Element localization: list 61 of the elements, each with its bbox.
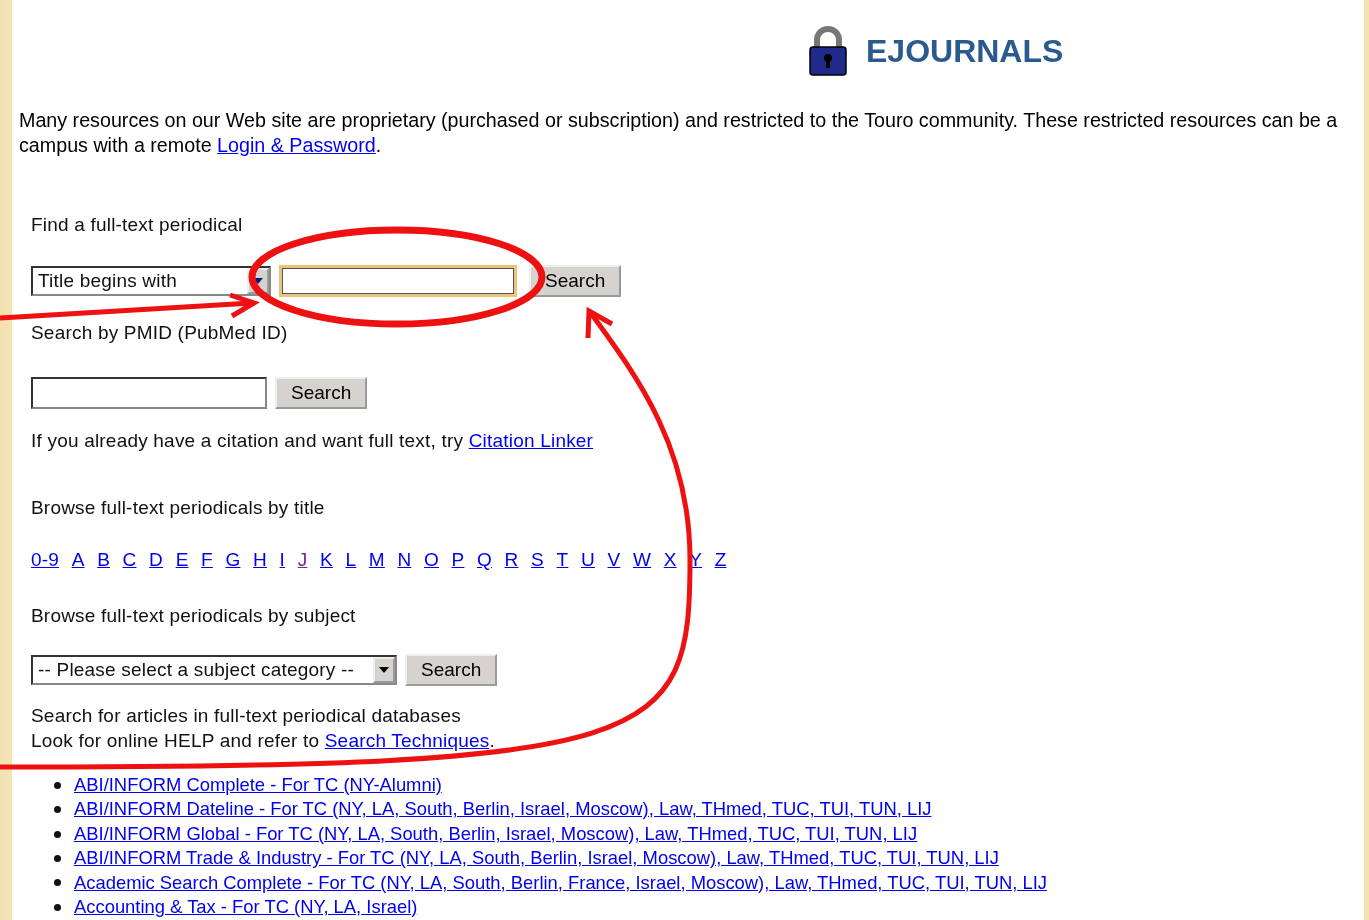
search-mode-select[interactable]: Title begins with [31,266,271,296]
bullet-icon [54,879,61,887]
caret-icon [253,278,263,284]
letter-link[interactable]: U [580,548,595,572]
pmid-search-field[interactable] [31,377,267,409]
letter-link[interactable]: E [175,548,189,572]
letter-link[interactable]: W [632,548,652,572]
section-label: Find a full-text periodical [31,213,244,237]
bullet-icon [54,854,61,862]
bullet-icon [54,830,61,838]
caret-icon [379,667,389,673]
letter-link[interactable]: Z [714,548,727,572]
database-link[interactable]: ABI/INFORM Complete - For TC (NY-Alumni) [74,773,442,798]
citation-linker-link[interactable]: Citation Linker [468,430,594,451]
letter-link[interactable]: I [279,548,286,572]
letter-link[interactable]: L [345,548,357,572]
letter-link[interactable]: M [368,548,385,572]
database-link[interactable]: Accounting & Tax - For TC (NY, LA, Israel) [74,895,418,920]
citation-text: If you already have a citation and want full text, try Citation Linker [31,429,595,453]
subject-select[interactable]: -- Please select a subject category -- [31,655,397,685]
letter-link[interactable]: Q [477,548,492,572]
search-button[interactable]: Search [405,654,498,686]
databases-text: Search for articles in full-text periodical databases [31,704,462,728]
database-link[interactable]: Academic Search Complete - For TC (NY, LA, South, Berlin, France, Israel, Moscow), Law, THmed, TUC, TUI, TUN, LIJ [74,870,1047,896]
letter-link[interactable]: O [423,548,439,572]
database-link[interactable]: ABI/INFORM Trade & Industry - For TC (NY, LA, South, Berlin, Israel, Moscow), Law, THmed, TUC, TUI, TUN, LIJ [74,846,999,871]
letter-link[interactable]: X [663,548,677,572]
letter-link[interactable]: C [122,548,137,572]
section-label: Search by PMID (PubMed ID) [31,321,289,345]
section-label: Browse full-text periodicals by subject [31,604,357,628]
letter-link[interactable]: 0-9 [31,548,60,572]
letter-link[interactable]: D [149,548,164,572]
bullet-icon [54,806,61,814]
letter-link[interactable]: J [297,548,308,572]
bullet-icon [54,903,61,911]
bullet-icon [54,781,61,789]
letter-link[interactable]: N [397,548,412,572]
padlock-icon [808,26,848,76]
database-link[interactable]: ABI/INFORM Dateline - For TC (NY, LA, South, Berlin, Israel, Moscow), Law, THmed, TUC, TUI, TUN, LIJ [74,797,932,822]
section-label: Browse full-text periodicals by title [31,496,326,520]
letter-link[interactable]: P [451,548,465,572]
search-techniques-link[interactable]: Search Techniques [324,730,490,751]
letter-link[interactable]: F [201,548,213,572]
letter-link[interactable]: R [504,548,519,572]
search-button[interactable]: Search [529,265,622,297]
letter-link[interactable]: H [253,548,267,572]
letter-link[interactable]: G [225,548,241,572]
login-link[interactable]: Login & Password [217,134,376,156]
title-search-field[interactable] [279,265,517,297]
letter-link[interactable]: K [319,548,333,572]
letter-link[interactable]: B [97,548,110,572]
letter-link[interactable]: T [556,548,569,572]
letter-link[interactable]: S [531,548,544,572]
database-link[interactable]: ABI/INFORM Global - For TC (NY, LA, South, Berlin, Israel, Moscow), Law, THmed, TUC, TUI, TUN, LIJ [74,821,918,847]
letter-link[interactable]: A [71,548,85,572]
intro-text: campus with a remote Login & Password. [19,133,383,158]
page-title: EJOURNALS [866,32,1064,70]
help-text: Look for online HELP and refer to Search Techniques. [31,729,496,753]
intro-text: Many resources on our Web site are proprietary (purchased or subscription) and restricted to the Touro community. These restricted resources can be a [19,108,1339,133]
search-button[interactable]: Search [275,377,368,409]
letter-link[interactable]: V [607,548,621,572]
